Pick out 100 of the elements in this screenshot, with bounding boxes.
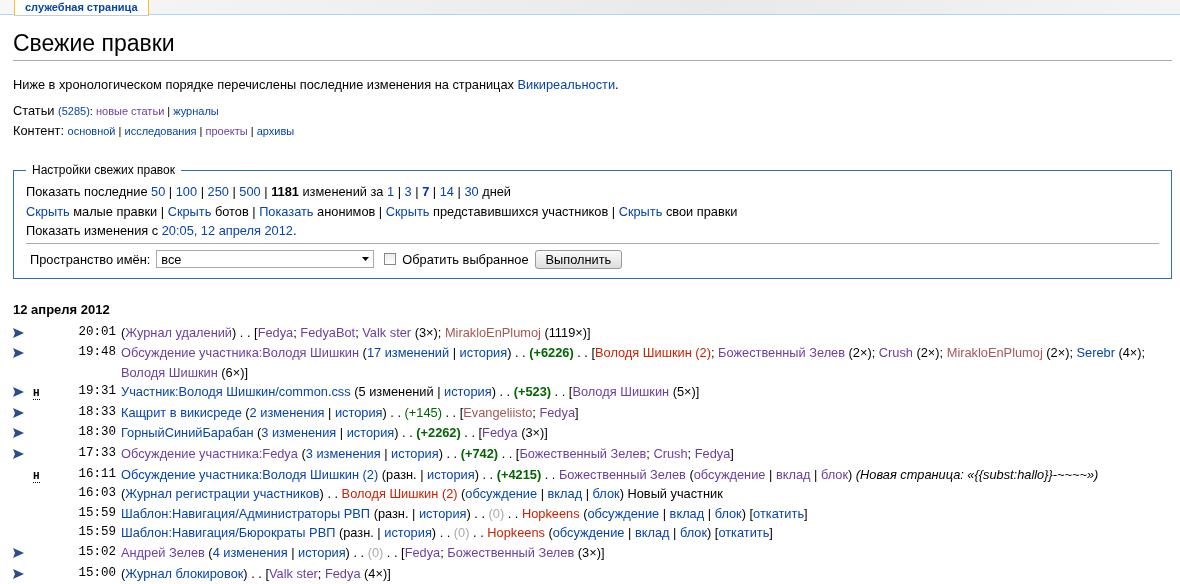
link[interactable]: блок bbox=[679, 525, 708, 541]
link[interactable]: MirakloEnPlumoj bbox=[946, 345, 1043, 361]
link[interactable]: 500 bbox=[239, 184, 261, 199]
link[interactable]: Кащрит в викисреде bbox=[121, 404, 242, 420]
link[interactable]: Показать bbox=[259, 203, 314, 219]
settings-legend: Настройки свежих правок bbox=[26, 162, 182, 178]
link[interactable]: Скрыть bbox=[618, 203, 663, 219]
link[interactable]: блок bbox=[820, 466, 848, 482]
link[interactable]: исследования bbox=[124, 125, 197, 137]
link[interactable]: Hopkeens bbox=[521, 505, 580, 521]
link[interactable]: 17 изменений bbox=[366, 345, 450, 361]
link[interactable]: Божественный Зелев bbox=[447, 545, 575, 561]
namespace-dropdown[interactable]: все bbox=[156, 250, 375, 268]
link[interactable]: 4 изменения bbox=[212, 545, 288, 561]
link[interactable]: история bbox=[298, 545, 346, 561]
link[interactable]: 100 bbox=[175, 184, 198, 199]
timestamp: 19:31 bbox=[78, 383, 117, 401]
link[interactable]: Valk ster bbox=[362, 324, 412, 340]
expand-arrow-icon[interactable] bbox=[13, 407, 24, 418]
expand-arrow-icon[interactable] bbox=[13, 568, 24, 579]
link[interactable]: 14 bbox=[439, 184, 454, 199]
expand-arrow-icon[interactable] bbox=[13, 449, 24, 460]
change-entry: (Журнал блокировок) . . [Valk ster; Fedya (4×)] bbox=[121, 564, 392, 583]
link[interactable]: Fedya bbox=[482, 425, 518, 441]
link[interactable]: Участник:Володя Шишкин/common.css bbox=[121, 384, 351, 400]
link[interactable]: Fedya bbox=[539, 404, 575, 420]
date-heading: 12 апреля 2012 bbox=[13, 300, 111, 319]
link[interactable]: Журнал регистрации участников bbox=[125, 486, 320, 502]
link[interactable]: Божественный Зелев bbox=[558, 466, 686, 482]
link[interactable]: история bbox=[459, 345, 508, 361]
link[interactable]: история bbox=[391, 446, 439, 462]
link[interactable]: Serebr bbox=[1076, 345, 1115, 361]
link[interactable]: Скрыть bbox=[385, 203, 430, 219]
link[interactable]: архивы bbox=[256, 125, 295, 137]
timestamp: 15:00 bbox=[78, 564, 117, 582]
link[interactable]: Володя Шишкин (2) bbox=[595, 345, 711, 361]
link[interactable]: Crush bbox=[878, 345, 913, 361]
link[interactable]: Обсуждение участника:Fedya bbox=[121, 446, 298, 462]
expand-arrow-icon[interactable] bbox=[13, 387, 24, 398]
link[interactable]: 250 bbox=[207, 184, 229, 199]
expand-arrow-icon[interactable] bbox=[13, 548, 24, 559]
link[interactable]: Андрей Зелев bbox=[121, 545, 205, 561]
link[interactable]: обсуждение bbox=[587, 505, 660, 521]
link[interactable]: 50 bbox=[151, 184, 166, 199]
link[interactable]: блок bbox=[714, 505, 742, 521]
link[interactable]: Fedya bbox=[324, 565, 361, 581]
link[interactable]: блок bbox=[592, 486, 620, 502]
link[interactable]: Володя Шишкин (2) bbox=[341, 486, 458, 502]
link[interactable]: 3 изменения bbox=[305, 446, 381, 462]
link[interactable]: история bbox=[427, 466, 475, 482]
expand-arrow-icon[interactable] bbox=[13, 428, 24, 439]
expand-arrow-icon[interactable] bbox=[13, 327, 24, 338]
link[interactable]: Володя Шишкин bbox=[572, 384, 670, 400]
link[interactable]: 1 bbox=[387, 184, 395, 199]
page-tab[interactable]: служебная страница bbox=[14, 0, 149, 16]
link[interactable]: Журнал удалений bbox=[125, 324, 233, 340]
submit-button[interactable]: Выполнить bbox=[534, 249, 623, 269]
link[interactable]: история bbox=[384, 525, 432, 541]
link[interactable]: новые статьи bbox=[95, 105, 165, 117]
link[interactable]: 2 изменения bbox=[249, 404, 325, 420]
link[interactable]: 7 bbox=[422, 184, 430, 199]
link[interactable]: Обсуждение участника:Володя Шишкин (2) bbox=[121, 466, 379, 482]
link[interactable]: основной bbox=[67, 125, 116, 137]
link[interactable]: Журнал блокировок bbox=[125, 565, 244, 581]
invert-label: Обратить выбранное bbox=[402, 251, 529, 267]
link[interactable]: вклад bbox=[634, 525, 670, 541]
link[interactable]: обсуждение bbox=[552, 525, 625, 541]
timestamp: 16:03 bbox=[78, 485, 117, 503]
articles-line: Статьи (5285): новые статьи | журналы bbox=[13, 102, 220, 120]
link[interactable]: история bbox=[334, 404, 383, 420]
link[interactable]: история bbox=[444, 384, 492, 400]
link[interactable]: Crush bbox=[653, 446, 688, 462]
link[interactable]: история bbox=[418, 505, 467, 521]
link[interactable]: Hopkeens bbox=[487, 525, 545, 541]
link[interactable]: Скрыть bbox=[167, 203, 212, 219]
change-entry: Шаблон:Навигация/Бюрократы РВП (разн. | история) . . (0) . . Hopkeens (обсуждение | вклад | блок) [откатить] bbox=[121, 524, 774, 543]
link[interactable]: ГорныйСинийБарабан bbox=[121, 425, 254, 441]
link[interactable]: Божественный Зелев bbox=[718, 345, 845, 361]
link[interactable]: 30 bbox=[464, 184, 479, 199]
link[interactable]: обсуждение bbox=[693, 466, 766, 482]
link[interactable]: 3 bbox=[404, 184, 412, 199]
expand-arrow-icon[interactable] bbox=[13, 348, 24, 359]
link[interactable]: вклад bbox=[547, 486, 583, 502]
link[interactable]: вклад bbox=[669, 505, 705, 521]
link[interactable]: обсуждение bbox=[465, 486, 538, 502]
link[interactable]: MirakloEnPlumoj bbox=[444, 324, 541, 340]
link[interactable]: Шаблон:Навигация/Администраторы РВП bbox=[121, 505, 371, 521]
link[interactable]: проекты bbox=[205, 125, 248, 137]
timestamp: 15:02 bbox=[78, 544, 117, 562]
link[interactable]: Шаблон:Навигация/Бюрократы РВП bbox=[121, 525, 336, 541]
link[interactable]: 3 изменения bbox=[261, 425, 337, 441]
link[interactable]: вклад bbox=[775, 466, 811, 482]
link[interactable]: Володя Шишкин bbox=[121, 364, 218, 380]
link[interactable]: (5285) bbox=[58, 105, 90, 117]
link[interactable]: Обсуждение участника:Володя Шишкин bbox=[121, 345, 360, 361]
link[interactable]: история bbox=[346, 425, 395, 441]
link[interactable]: журналы bbox=[173, 105, 219, 117]
link[interactable]: Скрыть bbox=[26, 203, 70, 219]
link[interactable]: 20:05, 12 апреля 2012 bbox=[161, 223, 293, 238]
invert-checkbox[interactable] bbox=[384, 253, 397, 265]
